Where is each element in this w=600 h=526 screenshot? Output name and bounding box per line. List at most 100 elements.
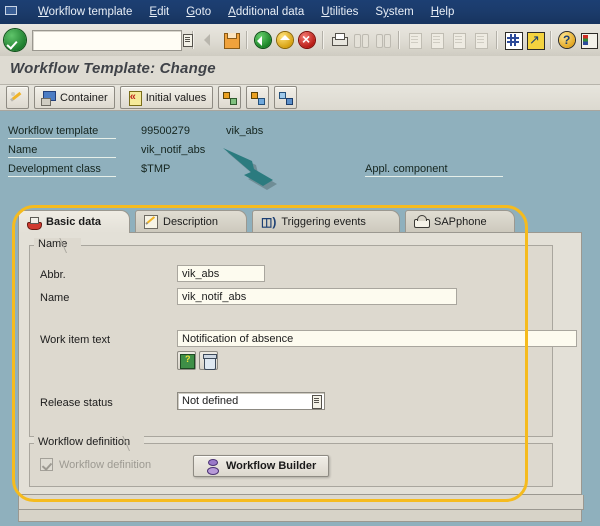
toolbar-separator xyxy=(496,31,498,49)
sap-gui-window: Workflow template Edit Goto Additional d… xyxy=(0,0,600,526)
workflow-template-number: 99500279 xyxy=(141,125,190,137)
grid-layout-icon[interactable] xyxy=(503,30,523,50)
menu-item-system[interactable]: System xyxy=(373,5,415,19)
command-field[interactable] xyxy=(32,29,193,51)
tab-panel-basic-data: Name Abbr. Name Work item text Release s… xyxy=(18,232,582,495)
workflow-name-value: vik_notif_abs xyxy=(141,144,206,156)
workflow-definition-checkbox-label: Workflow definition xyxy=(59,459,152,471)
workflow-builder-icon xyxy=(206,458,219,475)
workflow-definition-checkbox xyxy=(40,458,53,471)
tab-description-label: Description xyxy=(163,215,219,228)
development-class-label: Development class xyxy=(8,163,116,177)
workflow-node-button-3[interactable] xyxy=(274,86,298,109)
printer-icon xyxy=(27,216,42,230)
header-row-workflow-template: Workflow template 99500279 vik_abs xyxy=(8,125,568,140)
workflow-copy-icon xyxy=(278,90,294,105)
tab-triggering-events[interactable]: ◫) Triggering events xyxy=(252,210,400,232)
menu-items: Workflow template Edit Goto Additional d… xyxy=(36,5,456,19)
initial-values-icon xyxy=(127,89,142,106)
menu-bar: Workflow template Edit Goto Additional d… xyxy=(0,0,600,24)
print-icon[interactable] xyxy=(329,30,349,50)
menu-item-workflow-template[interactable]: Workflow template xyxy=(36,5,134,19)
menu-item-help[interactable]: Help xyxy=(429,5,457,19)
pencil-icon xyxy=(10,90,25,105)
stop-red-icon[interactable] xyxy=(297,29,317,50)
header-row-development-class: Development class $TMP Appl. component xyxy=(8,163,568,178)
toolbar-separator xyxy=(398,31,400,49)
workflow-builder-button-label: Workflow Builder xyxy=(226,460,317,472)
application-toolbar: Container Initial values xyxy=(0,85,600,111)
workflow-transfer-icon xyxy=(250,90,266,105)
toolbar-separator xyxy=(550,31,552,49)
group-box-name: Name Abbr. Name Work item text Release s… xyxy=(29,238,577,437)
help-icon[interactable] xyxy=(557,30,577,51)
release-status-dropdown-icon[interactable] xyxy=(310,394,323,409)
initial-values-button-label: Initial values xyxy=(145,91,207,104)
work-item-text-input[interactable] xyxy=(177,330,577,347)
release-status-input[interactable] xyxy=(177,392,325,410)
menu-item-utilities[interactable]: Utilities xyxy=(319,5,360,19)
pencil-note-icon xyxy=(144,215,158,229)
menu-item-edit[interactable]: Edit xyxy=(147,5,171,19)
next-page-icon[interactable] xyxy=(449,30,469,50)
tab-basic-data[interactable]: Basic data xyxy=(18,210,130,233)
telephone-icon xyxy=(414,215,430,228)
initial-values-button[interactable]: Initial values xyxy=(119,86,214,109)
tab-strip: Basic data Description ◫) Triggering eve… xyxy=(18,210,582,233)
header-row-name: Name vik_notif_abs xyxy=(8,144,568,159)
menu-item-additional-data[interactable]: Additional data xyxy=(226,5,306,19)
menu-item-goto[interactable]: Goto xyxy=(184,5,213,19)
workflow-name-label: Name xyxy=(8,144,116,158)
name-label: Name xyxy=(40,292,70,304)
group-box-workflow-definition: Workflow definition Workflow definition … xyxy=(29,436,553,487)
shortcut-arrow-icon[interactable] xyxy=(525,30,545,50)
enter-icon[interactable] xyxy=(4,29,26,51)
release-status-field[interactable] xyxy=(177,392,325,410)
display-change-button[interactable] xyxy=(6,86,29,109)
workflow-node-button-1[interactable] xyxy=(218,86,242,109)
workflow-template-abbr: vik_abs xyxy=(226,125,264,137)
signal-wave-icon: ◫) xyxy=(261,214,277,229)
delete-text-button[interactable] xyxy=(199,351,218,370)
insert-variable-button[interactable] xyxy=(177,351,196,370)
toolbar-separator xyxy=(322,31,324,49)
workflow-builder-button[interactable]: Workflow Builder xyxy=(193,455,330,477)
header-attributes: Workflow template 99500279 vik_abs Name … xyxy=(0,119,600,191)
cancel-yellow-icon[interactable] xyxy=(275,30,295,50)
workflow-node-icon xyxy=(222,90,238,105)
tab-triggering-events-label: Triggering events xyxy=(281,215,366,228)
toolbar-separator xyxy=(246,31,248,49)
container-icon xyxy=(41,90,56,106)
page-title-bar: Workflow Template: Change xyxy=(0,56,600,85)
page-title: Workflow Template: Change xyxy=(10,60,216,77)
window-menu-icon[interactable] xyxy=(2,4,18,20)
name-input[interactable] xyxy=(177,288,457,305)
release-status-label: Release status xyxy=(40,397,113,409)
back-icon[interactable] xyxy=(199,30,219,50)
tab-sapphone-label: SAPphone xyxy=(434,215,487,228)
last-page-icon[interactable] xyxy=(471,30,491,50)
first-page-icon[interactable] xyxy=(405,30,425,50)
tab-description[interactable]: Description xyxy=(135,210,247,232)
group-box-workflow-definition-title: Workflow definition xyxy=(34,436,145,451)
save-icon[interactable] xyxy=(221,30,241,50)
status-bar xyxy=(18,509,582,522)
previous-page-icon[interactable] xyxy=(427,30,447,50)
appl-component-label: Appl. component xyxy=(365,163,503,177)
tab-sapphone[interactable]: SAPphone xyxy=(405,210,515,232)
find-next-icon[interactable] xyxy=(373,30,393,50)
tab-basic-data-label: Basic data xyxy=(46,216,102,228)
command-input[interactable] xyxy=(33,32,181,48)
system-toolbar xyxy=(0,24,600,57)
panel-bottom-area xyxy=(18,495,584,510)
container-button[interactable]: Container xyxy=(34,86,115,109)
container-button-label: Container xyxy=(60,91,108,104)
layout-menu-icon[interactable] xyxy=(579,30,599,50)
development-class-value: $TMP xyxy=(141,163,171,175)
abbr-input[interactable] xyxy=(177,265,265,282)
find-icon[interactable] xyxy=(351,30,371,50)
workflow-template-label: Workflow template xyxy=(8,125,116,139)
work-item-text-label: Work item text xyxy=(40,334,111,346)
workflow-node-button-2[interactable] xyxy=(246,86,270,109)
exit-green-icon[interactable] xyxy=(253,30,273,50)
